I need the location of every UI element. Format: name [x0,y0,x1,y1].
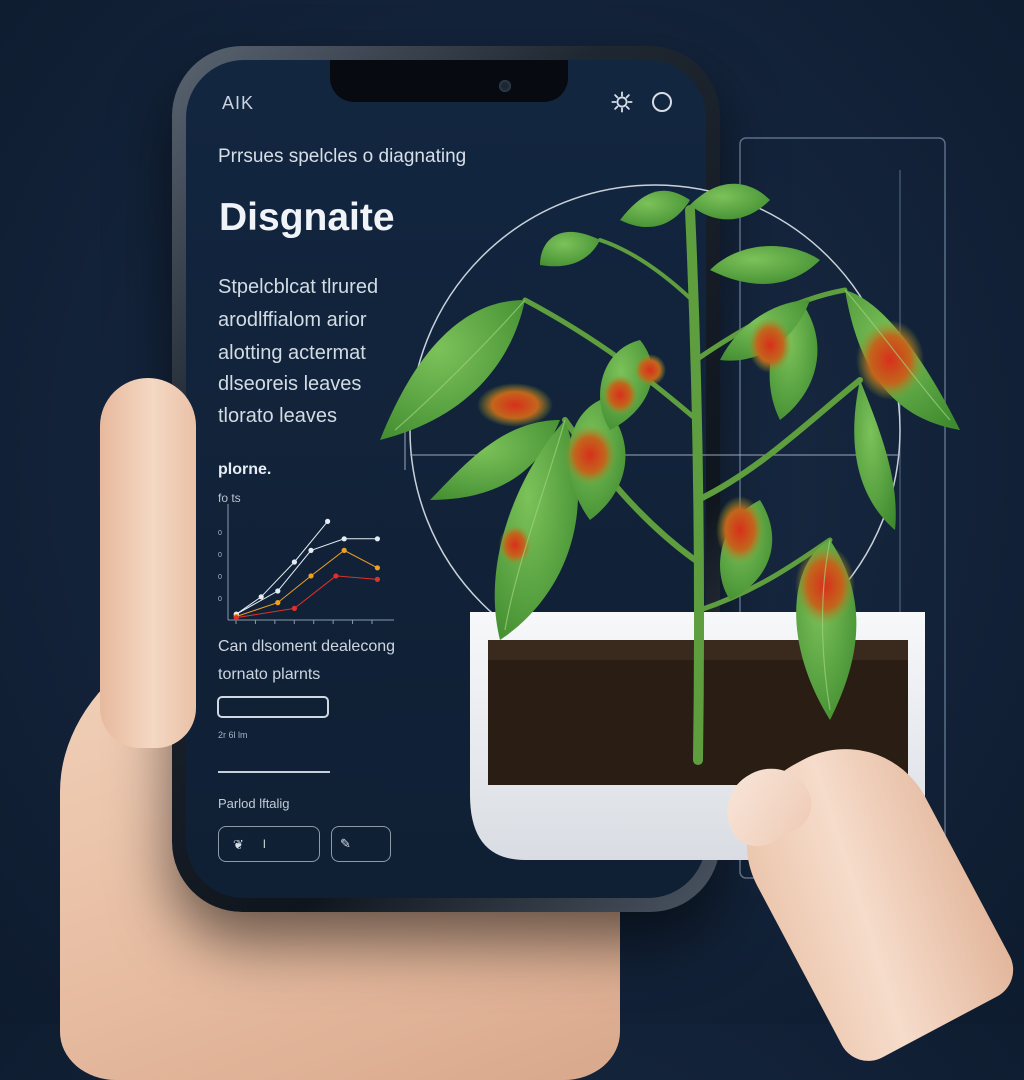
thumb [100,378,196,748]
scene: AIK Prrsues spelcles o diagnating Disgna… [0,0,1024,1080]
